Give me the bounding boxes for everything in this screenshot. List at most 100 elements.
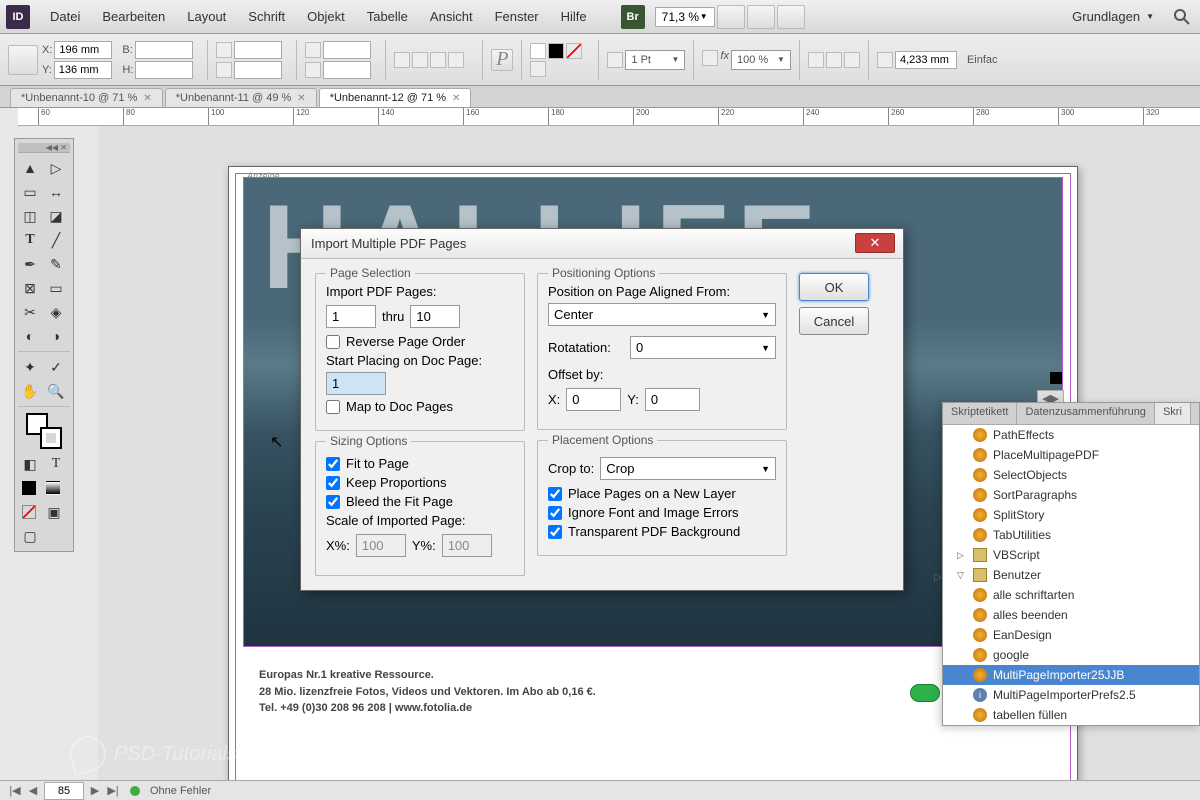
position-select[interactable]: Center▼ [548, 303, 776, 326]
fill-none-icon[interactable] [566, 43, 582, 59]
script-item[interactable]: alle schriftarten [943, 585, 1199, 605]
ruler-horizontal[interactable]: 6080100120140160180200220240260280300320 [18, 108, 1200, 126]
panel-tab-skriptetikett[interactable]: Skriptetikett [943, 403, 1017, 424]
page-navigator[interactable]: |◀ ◀ ▶ ▶| [8, 782, 120, 800]
new-layer-checkbox[interactable]: Place Pages on a New Layer [548, 486, 776, 501]
fit-page-checkbox[interactable]: Fit to Page [326, 456, 514, 471]
rotate-ccw-icon[interactable] [448, 52, 464, 68]
bridge-icon[interactable]: Br [621, 5, 645, 29]
text-wrap-shape-icon[interactable] [844, 52, 860, 68]
search-icon[interactable] [1170, 5, 1194, 29]
toolbox-collapse-icon[interactable]: ◀◀ ✕ [18, 143, 70, 153]
screen-mode-icon[interactable] [747, 5, 775, 29]
last-page-icon[interactable]: ▶| [106, 784, 120, 797]
start-page-field[interactable] [326, 372, 386, 395]
x-field[interactable] [54, 41, 112, 59]
scale-y-icon[interactable] [216, 62, 232, 78]
panel-tab-daten[interactable]: Datenzusammenführung [1017, 403, 1154, 424]
eyedropper-tool-icon[interactable]: ✓ [44, 356, 68, 378]
workspace-selector[interactable]: Grundlagen▼ [1064, 7, 1162, 26]
preflight-status-icon[interactable] [130, 786, 140, 796]
page-tool-icon[interactable]: ▭ [18, 181, 42, 203]
fill-stroke-icon[interactable] [26, 413, 62, 449]
doc-tab-0[interactable]: *Unbenannt-10 @ 71 %✕ [10, 88, 163, 107]
script-item[interactable]: alles beenden [943, 605, 1199, 625]
gradient-feather-tool-icon[interactable]: ◑ [44, 325, 68, 347]
menu-objekt[interactable]: Objekt [297, 5, 355, 28]
content-collector-icon[interactable]: ◫ [18, 205, 42, 227]
rotate-icon[interactable] [305, 42, 321, 58]
page-to-field[interactable] [410, 305, 460, 328]
free-transform-tool-icon[interactable]: ◈ [44, 301, 68, 323]
fill-swatch-icon[interactable] [530, 43, 546, 59]
zoom-tool-icon[interactable]: 🔍 [44, 380, 68, 402]
note-tool-icon[interactable]: ✦ [18, 356, 42, 378]
line-tool-icon[interactable]: ╱ [44, 229, 68, 251]
ok-button[interactable]: OK [799, 273, 869, 301]
menu-datei[interactable]: Datei [40, 5, 90, 28]
flip-v-icon[interactable] [412, 52, 428, 68]
dialog-titlebar[interactable]: Import Multiple PDF Pages ✕ [301, 229, 903, 259]
shear-field[interactable] [323, 61, 371, 79]
pencil-tool-icon[interactable]: ✎ [44, 253, 68, 275]
menu-schrift[interactable]: Schrift [238, 5, 295, 28]
y-field[interactable] [54, 61, 112, 79]
text-wrap-bbox-icon[interactable] [826, 52, 842, 68]
shear-icon[interactable] [305, 62, 321, 78]
apply-color-icon[interactable] [22, 481, 36, 495]
preflight-indicator-icon[interactable] [910, 684, 940, 702]
script-item[interactable]: PathEffects [943, 425, 1199, 445]
corner-radius-field[interactable] [895, 51, 957, 69]
menu-fenster[interactable]: Fenster [485, 5, 549, 28]
opacity-field[interactable]: 100 %▼ [731, 50, 791, 70]
script-item[interactable]: tabellen füllen [943, 705, 1199, 725]
script-item[interactable]: SortParagraphs [943, 485, 1199, 505]
rectangle-frame-tool-icon[interactable]: ⊠ [18, 277, 42, 299]
offset-x-field[interactable] [566, 388, 621, 411]
scale-x-icon[interactable] [216, 42, 232, 58]
bleed-fit-checkbox[interactable]: Bleed the Fit Page [326, 494, 514, 509]
ignore-errors-checkbox[interactable]: Ignore Font and Image Errors [548, 505, 776, 520]
normal-view-icon[interactable]: ▣ [42, 501, 66, 523]
content-placer-icon[interactable]: ◪ [44, 205, 68, 227]
menu-bearbeiten[interactable]: Bearbeiten [92, 5, 175, 28]
pen-tool-icon[interactable]: ✒ [18, 253, 42, 275]
flip-h-icon[interactable] [394, 52, 410, 68]
crop-select[interactable]: Crop▼ [600, 457, 776, 480]
paragraph-style-icon[interactable]: P [491, 49, 513, 71]
format-text-icon[interactable]: T [44, 453, 68, 475]
gap-tool-icon[interactable]: ↔ [44, 181, 68, 203]
script-item[interactable]: EanDesign [943, 625, 1199, 645]
view-options-icon[interactable] [717, 5, 745, 29]
script-item[interactable]: ▽Benutzer [943, 565, 1199, 585]
menu-ansicht[interactable]: Ansicht [420, 5, 483, 28]
map-pages-checkbox[interactable]: Map to Doc Pages [326, 399, 514, 414]
zoom-level[interactable]: 71,3 %▼ [655, 7, 715, 27]
first-page-icon[interactable]: |◀ [8, 784, 22, 797]
close-icon[interactable]: ✕ [297, 93, 305, 104]
stroke-weight-field[interactable]: 1 Pt▼ [625, 50, 685, 70]
script-list[interactable]: PathEffectsPlaceMultipagePDFSelectObject… [943, 425, 1199, 725]
current-page-field[interactable] [44, 782, 84, 800]
preview-mode-icon[interactable]: ▢ [18, 525, 42, 547]
format-container-icon[interactable]: ◧ [18, 453, 42, 475]
reference-point-icon[interactable] [8, 45, 38, 75]
panel-tab-skripte[interactable]: Skri [1155, 403, 1191, 424]
script-item[interactable]: google [943, 645, 1199, 665]
script-item[interactable]: ▷VBScript [943, 545, 1199, 565]
script-item[interactable]: MultiPageImporter25JJB [943, 665, 1199, 685]
doc-tab-1[interactable]: *Unbenannt-11 @ 49 %✕ [165, 88, 317, 107]
apply-none-icon[interactable] [22, 505, 36, 519]
scissors-tool-icon[interactable]: ✂ [18, 301, 42, 323]
hand-tool-icon[interactable]: ✋ [18, 380, 42, 402]
keep-proportions-checkbox[interactable]: Keep Proportions [326, 475, 514, 490]
cancel-button[interactable]: Cancel [799, 307, 869, 335]
apply-gradient-icon[interactable] [46, 481, 60, 495]
offset-y-field[interactable] [645, 388, 700, 411]
menu-layout[interactable]: Layout [177, 5, 236, 28]
direct-selection-tool-icon[interactable]: ▷ [44, 157, 68, 179]
rotation-select[interactable]: 0▼ [630, 336, 776, 359]
page-from-field[interactable] [326, 305, 376, 328]
script-item[interactable]: SplitStory [943, 505, 1199, 525]
type-tool-icon[interactable]: T [18, 229, 42, 251]
